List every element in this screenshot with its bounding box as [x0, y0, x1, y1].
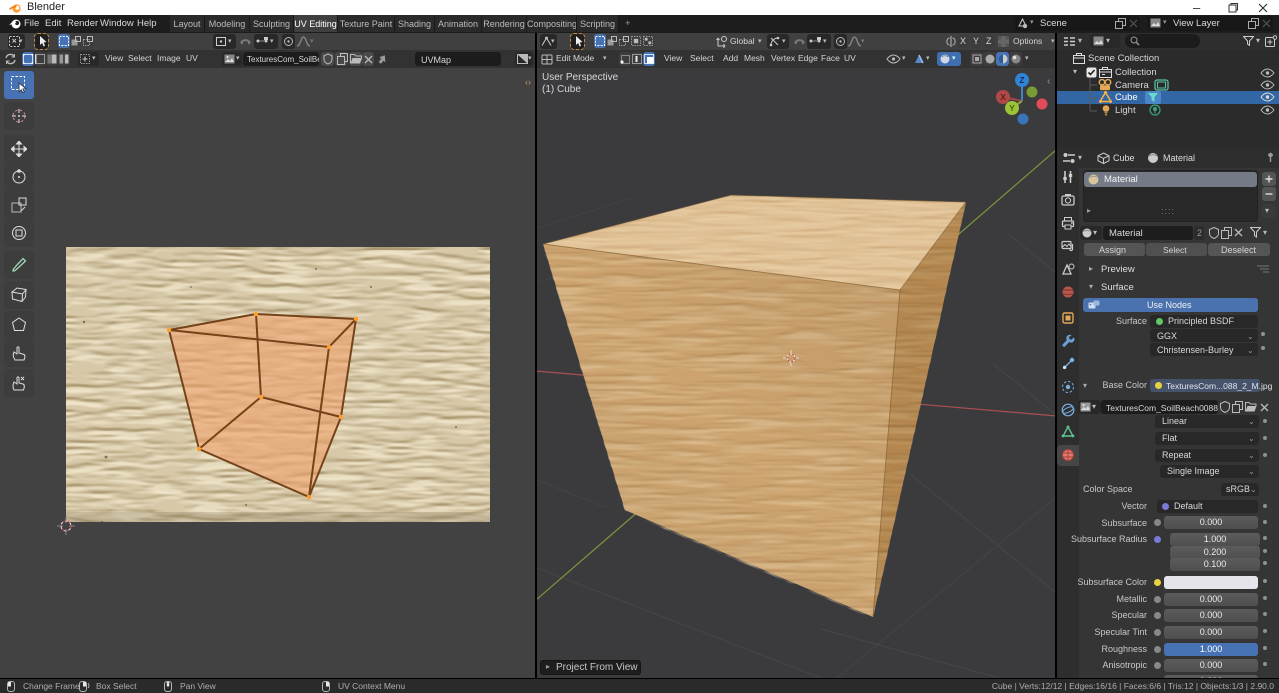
svg-text:Y: Y: [1009, 104, 1015, 113]
svg-text:X: X: [1000, 93, 1006, 102]
svg-text:Z: Z: [1020, 76, 1025, 85]
